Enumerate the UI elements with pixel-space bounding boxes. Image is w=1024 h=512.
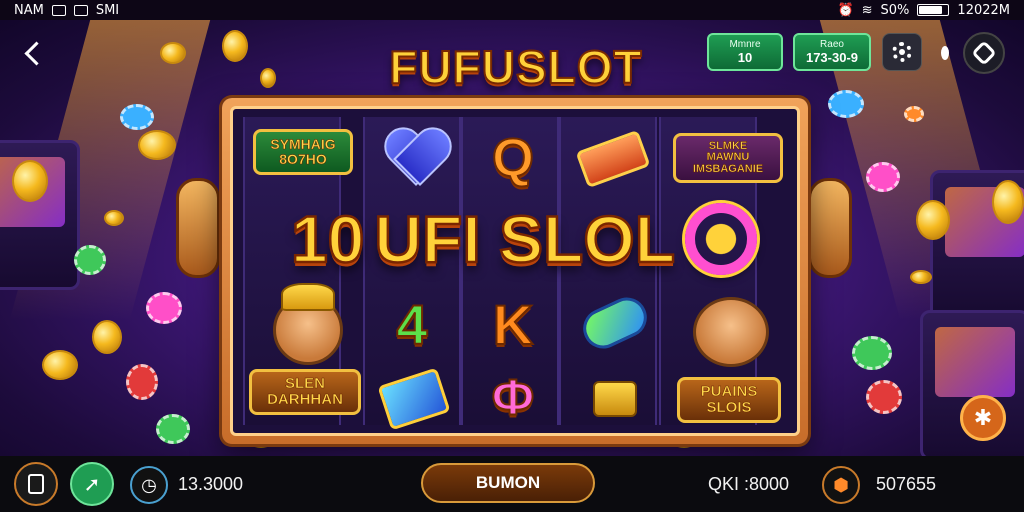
coin [260, 68, 276, 88]
ring-icon [685, 203, 758, 275]
game-logo: FUFUSLOT [380, 34, 652, 100]
arrow-badge-icon: ➚ [83, 472, 101, 496]
poker-chip [852, 336, 892, 370]
stat-left-label: Mmnre [729, 39, 761, 50]
coin [222, 30, 248, 62]
menu-dot-icon [941, 46, 949, 60]
big-win-banner: 10 UFI SLOL [259, 199, 789, 279]
gold-pot-icon [593, 381, 637, 417]
clock-time: 12022M [957, 2, 1010, 18]
coin [160, 42, 186, 64]
symbol-label-bottom-right: PUAINS SLOIS [677, 377, 781, 423]
wifi-icon: ≋ [861, 2, 873, 18]
profile-button[interactable] [963, 32, 1005, 74]
coin [910, 270, 932, 284]
symbol-gem [377, 367, 451, 431]
coin [92, 320, 122, 354]
win-label: QKI :8000 [708, 474, 790, 494]
label-line: PUAINS [700, 383, 758, 401]
history-button[interactable] [14, 462, 58, 506]
back-button[interactable] [18, 38, 50, 70]
banner-line: IMSBAGANIE [692, 162, 764, 175]
coin [138, 130, 176, 160]
profile-hexagon-icon [971, 40, 997, 66]
poker-chip [156, 414, 190, 444]
reel-area: SYMHAIG 8O7HO Q SLMKE MAWNU IMSBAGANIE 1… [230, 106, 800, 436]
poker-chip [126, 364, 158, 400]
big-win-number: 10 [290, 201, 366, 278]
symbol-character-right [681, 285, 781, 379]
poker-chip [146, 292, 182, 324]
big-win-text: UFI SLOL [373, 201, 676, 278]
boost-button[interactable]: ➚ [70, 462, 114, 506]
label-line: DARHHAN [267, 391, 343, 408]
poker-chip [74, 245, 106, 275]
symbol-bar [573, 129, 653, 189]
gear-icon [892, 42, 912, 62]
character-hat [281, 283, 335, 311]
frame-ornament-right [808, 178, 852, 278]
coin [992, 180, 1024, 224]
balance-value: 13.3000 [178, 474, 244, 494]
auto-spin-button[interactable]: ◷ [130, 466, 168, 504]
carrier-text: SMI [95, 2, 120, 18]
bonus-chip-button[interactable]: ✱ [960, 395, 1006, 441]
poker-chip [828, 90, 864, 118]
symbol-4: 4 [395, 292, 428, 357]
clock-icon: ◷ [141, 474, 157, 496]
character-face [693, 297, 769, 367]
frame-ornament-left [176, 178, 220, 278]
alarm-icon: ⏰ [837, 2, 854, 18]
banner-line: SYMHAIG [270, 136, 336, 153]
coin [42, 350, 78, 380]
coin [12, 160, 48, 202]
status-left-text: NAM [14, 2, 44, 18]
symbol-gold-pot [575, 371, 655, 427]
symbol-k: K [492, 292, 534, 357]
gold-bar-icon [575, 129, 651, 189]
star-chip-icon: ✱ [973, 405, 993, 431]
bet-settings-button[interactable]: ⬢ [822, 466, 860, 504]
symbol-label-bottom-left: SLEN DARHHAN [249, 369, 361, 415]
poker-chip [866, 162, 900, 192]
gem-icon [377, 367, 451, 431]
symbol-heart [381, 127, 451, 189]
poker-chip [120, 104, 154, 130]
poker-chip [904, 106, 924, 122]
label-line: SLOIS [706, 399, 752, 416]
banner-line: 8O7HO [279, 151, 327, 167]
stat-box-right[interactable]: Raeo 173-30-9 [793, 33, 871, 71]
logo-text: FUFUSLOT [388, 40, 643, 94]
clipboard-icon [28, 474, 44, 494]
stat-right-label: Raeo [820, 39, 844, 50]
notification-icon [73, 4, 88, 16]
stat-box-left[interactable]: Mmnre 10 [707, 33, 783, 71]
symbol-pink: Ф [491, 368, 536, 426]
symbol-q: Q [491, 127, 535, 189]
symbol-banner-top-right: SLMKE MAWNU IMSBAGANIE [673, 133, 783, 183]
reel-frame: SYMHAIG 8O7HO Q SLMKE MAWNU IMSBAGANIE 1… [222, 98, 808, 444]
coin [916, 200, 950, 240]
spin-button[interactable]: BUMON [421, 463, 595, 503]
heart-icon [385, 130, 447, 186]
battery-icon [917, 4, 950, 16]
symbol-banner-top-left: SYMHAIG 8O7HO [253, 129, 353, 175]
notification-icon [51, 4, 66, 16]
poker-chip [866, 380, 902, 414]
arcade-machine [0, 140, 80, 290]
stat-right-value: 173-30-9 [805, 50, 859, 65]
settings-button[interactable] [882, 33, 922, 71]
stat-left-value: 10 [737, 50, 753, 65]
symbol-character-left [263, 283, 353, 375]
label-line: SLEN [284, 375, 326, 393]
arrow-badge-icon [576, 290, 654, 356]
symbol-arrow-gem [576, 290, 654, 356]
status-bar: NAM SMI ⏰ ≋ S0% 12022M [0, 0, 1024, 20]
settings-chip-icon: ⬢ [833, 474, 849, 496]
total-value: 507655 [876, 474, 937, 494]
battery-percent: S0% [880, 2, 910, 18]
coin [104, 210, 124, 226]
